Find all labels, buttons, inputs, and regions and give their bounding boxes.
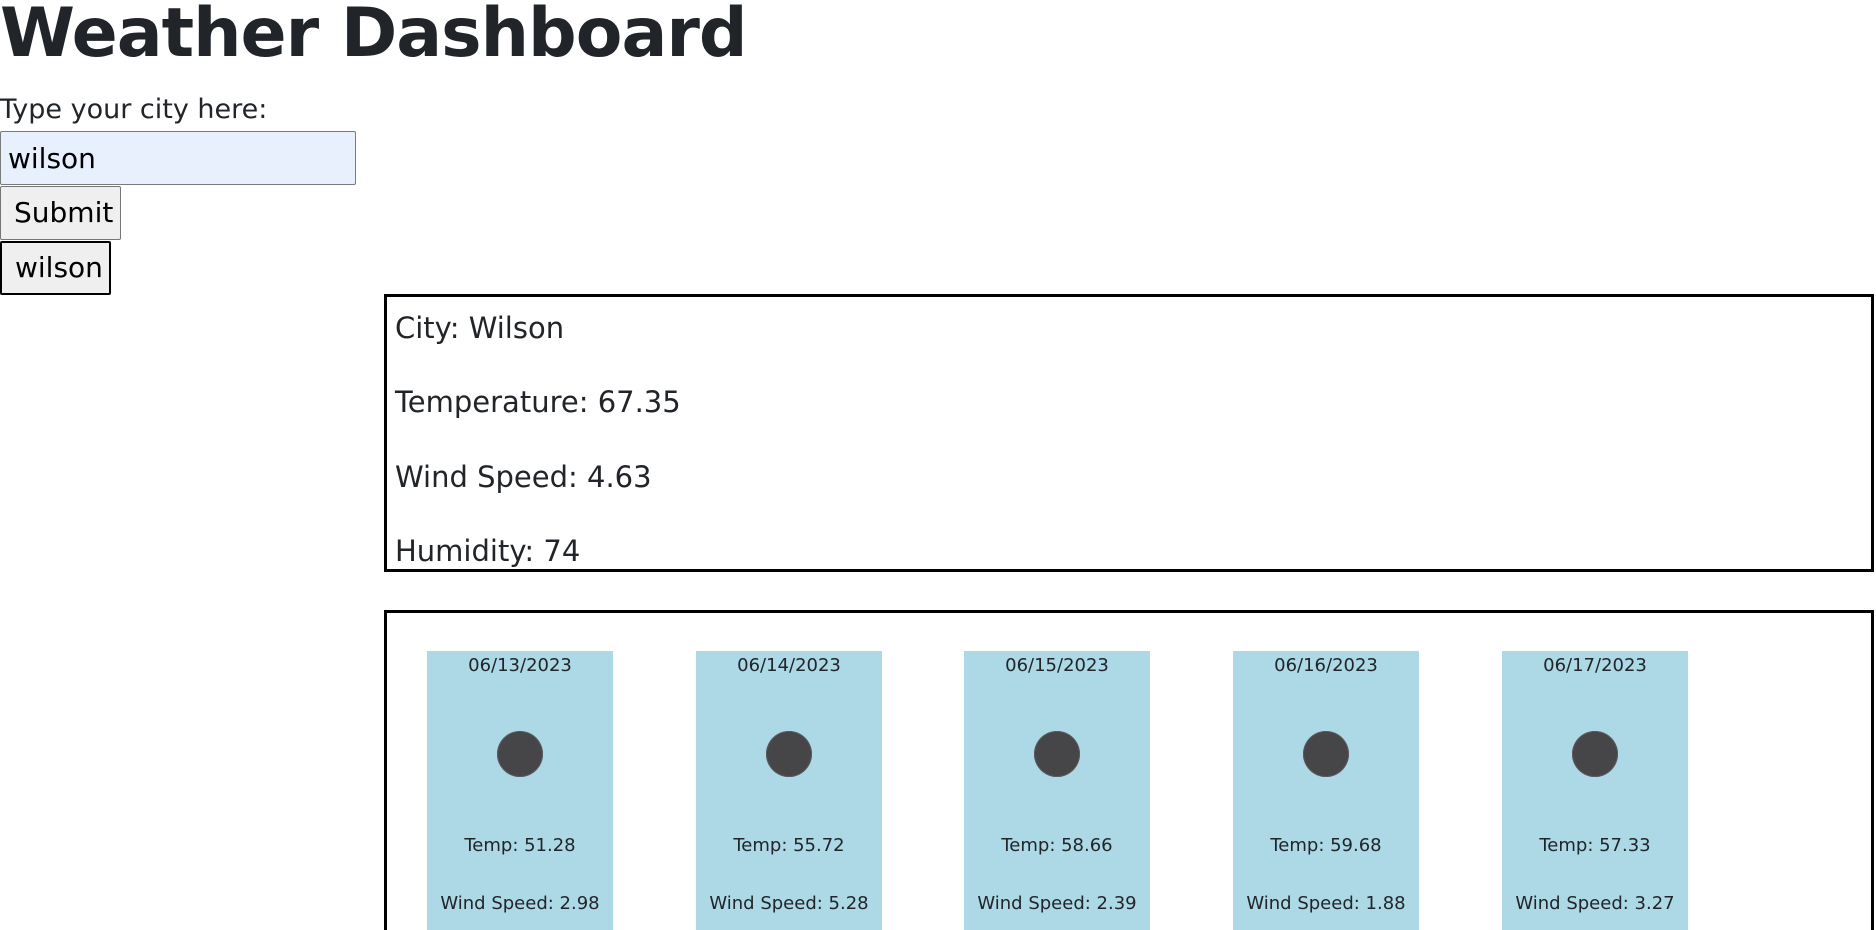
forecast-date: 06/15/2023 — [1005, 655, 1109, 676]
forecast-date: 06/14/2023 — [737, 655, 841, 676]
forecast-temp: Temp: 58.66 — [1001, 835, 1113, 856]
forecast-panel: 06/13/2023 Temp: 51.28 Wind Speed: 2.98 … — [384, 610, 1874, 930]
city-search-input[interactable] — [0, 131, 356, 185]
current-weather-panel: City: Wilson Temperature: 67.35 Wind Spe… — [384, 294, 1874, 572]
forecast-wind-speed: Wind Speed: 2.98 — [440, 893, 600, 914]
page-title: Weather Dashboard — [0, 0, 748, 73]
forecast-temp: Temp: 59.68 — [1270, 835, 1382, 856]
forecast-wind-speed: Wind Speed: 2.39 — [977, 893, 1137, 914]
current-temperature: Temperature: 67.35 — [395, 385, 681, 419]
forecast-temp: Temp: 55.72 — [733, 835, 845, 856]
forecast-day-card: 06/16/2023 Temp: 59.68 Wind Speed: 1.88 — [1233, 651, 1419, 930]
forecast-date: 06/17/2023 — [1543, 655, 1647, 676]
forecast-wind-speed: Wind Speed: 1.88 — [1246, 893, 1406, 914]
weather-icon — [1303, 731, 1349, 777]
forecast-wind-speed: Wind Speed: 5.28 — [709, 893, 869, 914]
current-city: City: Wilson — [395, 311, 565, 345]
history-button-wilson[interactable]: wilson — [0, 241, 111, 295]
forecast-day-card: 06/17/2023 Temp: 57.33 Wind Speed: 3.27 — [1502, 651, 1688, 930]
current-humidity: Humidity: 74 — [395, 534, 581, 568]
forecast-temp: Temp: 57.33 — [1539, 835, 1651, 856]
submit-button[interactable]: Submit — [0, 186, 121, 240]
forecast-day-card: 06/13/2023 Temp: 51.28 Wind Speed: 2.98 — [427, 651, 613, 930]
weather-icon — [1034, 731, 1080, 777]
forecast-wind-speed: Wind Speed: 3.27 — [1515, 893, 1675, 914]
weather-icon — [497, 731, 543, 777]
city-input-label: Type your city here: — [0, 94, 268, 125]
forecast-temp: Temp: 51.28 — [464, 835, 576, 856]
forecast-day-card: 06/15/2023 Temp: 58.66 Wind Speed: 2.39 — [964, 651, 1150, 930]
weather-icon — [766, 731, 812, 777]
weather-icon — [1572, 731, 1618, 777]
current-wind-speed: Wind Speed: 4.63 — [395, 460, 652, 494]
forecast-date: 06/16/2023 — [1274, 655, 1378, 676]
forecast-day-card: 06/14/2023 Temp: 55.72 Wind Speed: 5.28 — [696, 651, 882, 930]
forecast-date: 06/13/2023 — [468, 655, 572, 676]
